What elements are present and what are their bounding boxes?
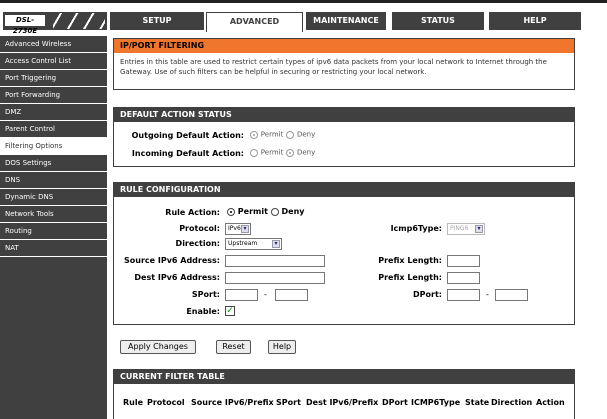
- sidebar-item-dynamic-dns[interactable]: Dynamic DNS: [0, 189, 107, 206]
- source-prefix-label: Prefix Length:: [378, 256, 442, 265]
- page-title: IP/PORT FILTERING: [114, 39, 574, 53]
- sidebar-item-nat[interactable]: NAT: [0, 240, 107, 257]
- outgoing-action-label: Outgoing Default Action:: [131, 131, 244, 140]
- sport-end-input[interactable]: [275, 289, 308, 301]
- enable-checkbox[interactable]: ✓: [225, 306, 235, 316]
- top-border: [0, 0, 607, 3]
- incoming-deny-radio[interactable]: [286, 148, 295, 157]
- incoming-permit-label: Permit: [260, 148, 284, 157]
- dport-label: DPort:: [413, 290, 442, 299]
- sidebar-item-port-forwarding[interactable]: Port Forwarding: [0, 87, 107, 104]
- source-ipv6-input[interactable]: [225, 255, 325, 267]
- column-dport: DPort: [382, 398, 408, 407]
- sidebar-item-network-tools[interactable]: Network Tools: [0, 206, 107, 223]
- rule-permit-label: Permit: [237, 207, 268, 216]
- sidebar-item-routing[interactable]: Routing: [0, 223, 107, 240]
- incoming-deny-label: Deny: [296, 148, 316, 157]
- chevron-down-icon: ▾: [475, 225, 483, 233]
- outgoing-deny-label: Deny: [296, 130, 316, 139]
- icmp6type-select[interactable]: PING6 ▾: [447, 223, 485, 235]
- dest-prefix-label: Prefix Length:: [378, 273, 442, 282]
- sport-start-input[interactable]: [225, 289, 258, 301]
- icmp6type-label: Icmp6Type:: [390, 224, 442, 233]
- intro-description: Entries in this table are used to restri…: [120, 58, 547, 76]
- dport-end-input[interactable]: [495, 289, 528, 301]
- dest-ipv6-input[interactable]: [225, 272, 325, 284]
- source-ipv6-label: Source IPv6 Address:: [124, 256, 220, 265]
- tab-maintenance[interactable]: MAINTENANCE: [306, 12, 386, 30]
- sport-label: SPort:: [191, 290, 220, 299]
- tab-help[interactable]: HELP: [489, 12, 581, 30]
- column-state: State: [465, 398, 490, 407]
- rule-deny-label: Deny: [281, 207, 305, 216]
- chevron-down-icon: ▾: [241, 225, 249, 233]
- column-icmp6type: ICMP6Type: [411, 398, 461, 407]
- column-rule: Rule: [123, 398, 144, 407]
- enable-label: Enable:: [186, 307, 220, 316]
- incoming-permit-radio[interactable]: [250, 148, 258, 157]
- rule-config-panel: RULE CONFIGURATION: [113, 182, 575, 325]
- sidebar-item-dns[interactable]: DNS: [0, 172, 107, 189]
- chevron-down-icon: ▾: [272, 240, 280, 248]
- rule-deny-radio[interactable]: [270, 207, 279, 216]
- incoming-action-radios: Permit Deny: [250, 148, 315, 157]
- intro-panel: IP/PORT FILTERING Entries in this table …: [113, 38, 575, 90]
- direction-value: Upstream: [228, 240, 258, 247]
- outgoing-action-radios: Permit Deny: [250, 130, 315, 139]
- rule-config-title: RULE CONFIGURATION: [114, 183, 574, 197]
- sidebar-item-access-control-list[interactable]: Access Control List: [0, 53, 107, 70]
- tab-advanced[interactable]: ADVANCED: [206, 12, 303, 32]
- rule-action-radios: Permit Deny: [227, 207, 305, 216]
- sidebar-item-dmz[interactable]: DMZ: [0, 104, 107, 121]
- apply-changes-button[interactable]: Apply Changes: [120, 340, 196, 354]
- tab-setup[interactable]: SETUP: [110, 12, 204, 30]
- sidebar-item-parent-control[interactable]: Parent Control: [0, 121, 107, 138]
- sidebar: Advanced Wireless Access Control List Po…: [0, 36, 107, 419]
- sport-dash: -: [264, 290, 267, 299]
- dport-dash: -: [486, 290, 489, 299]
- icmp6type-value: PING6: [450, 225, 469, 232]
- source-prefix-input[interactable]: [447, 255, 480, 267]
- rule-action-label: Rule Action:: [165, 208, 220, 217]
- sidebar-item-dos-settings[interactable]: DOS Settings: [0, 155, 107, 172]
- default-action-title: DEFAULT ACTION STATUS: [114, 108, 574, 122]
- help-button[interactable]: Help: [268, 340, 296, 354]
- outgoing-permit-radio[interactable]: [250, 130, 258, 139]
- rule-permit-radio[interactable]: [227, 207, 235, 216]
- outgoing-deny-radio[interactable]: [286, 130, 295, 139]
- protocol-select[interactable]: IPv6 ▾: [225, 223, 251, 235]
- brand-logo: DSL-2730E: [3, 12, 107, 35]
- column-dest-prefix: Dest IPv6/Prefix: [306, 398, 379, 407]
- dest-prefix-input[interactable]: [447, 272, 480, 284]
- outgoing-permit-label: Permit: [260, 130, 284, 139]
- direction-select[interactable]: Upstream ▾: [225, 238, 282, 250]
- dport-start-input[interactable]: [447, 289, 480, 301]
- filter-table-title: CURRENT FILTER TABLE: [114, 370, 574, 384]
- sidebar-item-filtering-options[interactable]: Filtering Options: [0, 138, 107, 155]
- reset-button[interactable]: Reset: [216, 340, 251, 354]
- protocol-label: Protocol:: [179, 224, 220, 233]
- dest-ipv6-label: Dest IPv6 Address:: [134, 273, 220, 282]
- model-label: DSL-2730E: [5, 15, 45, 35]
- column-direction: Direction: [491, 398, 533, 407]
- sidebar-item-port-triggering[interactable]: Port Triggering: [0, 70, 107, 87]
- direction-label: Direction:: [175, 239, 220, 248]
- filter-table-panel: CURRENT FILTER TABLE: [113, 369, 575, 419]
- incoming-action-label: Incoming Default Action:: [131, 149, 244, 158]
- column-protocol: Protocol: [147, 398, 185, 407]
- tab-status[interactable]: STATUS: [392, 12, 484, 30]
- logo-stripes-icon: [53, 13, 105, 29]
- column-sport: SPort: [276, 398, 301, 407]
- sidebar-item-advanced-wireless[interactable]: Advanced Wireless: [0, 36, 107, 53]
- protocol-value: IPv6: [228, 225, 241, 232]
- column-source-prefix: Source IPv6/Prefix: [191, 398, 274, 407]
- column-action: Action: [536, 398, 565, 407]
